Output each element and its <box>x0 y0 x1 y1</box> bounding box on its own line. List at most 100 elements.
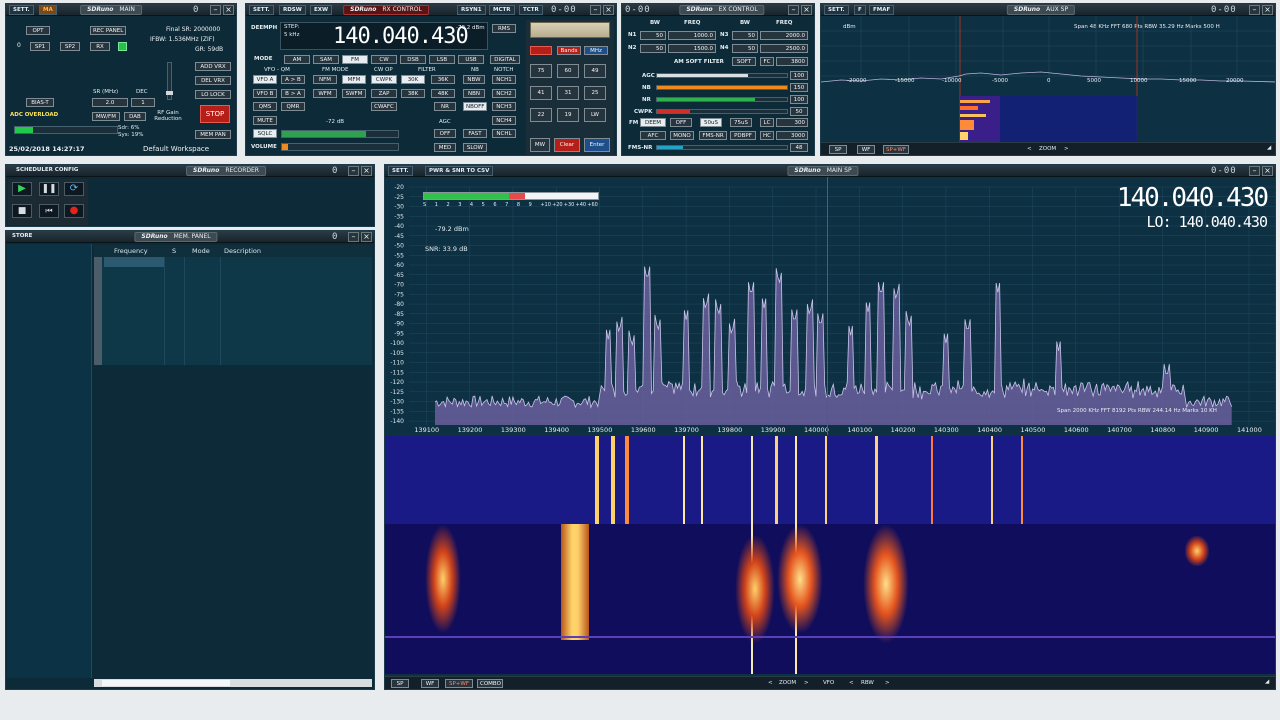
resize-grip-icon[interactable]: ◢ <box>1267 145 1271 151</box>
nch3-button[interactable]: NCH3 <box>492 102 516 111</box>
aux-titlebar[interactable]: SETT. F FMAF SDRuno AUX SP 0-00 – × <box>821 4 1275 16</box>
fc-button[interactable]: FC <box>760 57 774 66</box>
mute-button[interactable]: MUTE <box>253 116 277 125</box>
squelch-slider[interactable] <box>281 130 399 138</box>
zap-button[interactable]: ZAP <box>371 89 397 98</box>
col-description[interactable]: Description <box>224 247 261 255</box>
play-icon[interactable]: ▶ <box>12 182 32 196</box>
mode-digital[interactable]: DIGITAL <box>490 55 520 64</box>
filter-30k[interactable]: 30K <box>401 75 425 84</box>
minimize-icon[interactable]: – <box>348 232 359 242</box>
col-mode[interactable]: Mode <box>192 247 210 255</box>
agc-slider-value[interactable]: 100 <box>790 71 808 80</box>
zoom-right-icon[interactable]: > <box>804 680 809 686</box>
nboff-button[interactable]: NBOFF <box>463 102 487 111</box>
mhz-button[interactable]: MHz <box>584 46 608 55</box>
main-sett-button[interactable]: SETT. <box>9 5 34 15</box>
rf-gain-slider[interactable] <box>166 62 173 100</box>
aux-zoom-right-icon[interactable]: > <box>1064 146 1069 152</box>
aux-sett-button[interactable]: SETT. <box>824 5 849 15</box>
mw-button[interactable]: MW <box>530 138 550 152</box>
lc-value[interactable]: 300 <box>776 118 808 127</box>
aux-wf-button[interactable]: WF <box>857 145 875 154</box>
nr-slider-value[interactable]: 100 <box>790 95 808 104</box>
mode-fm[interactable]: FM <box>342 55 368 64</box>
tctr-tab[interactable]: TCTR <box>519 5 543 15</box>
n1-bw[interactable]: 50 <box>640 31 666 40</box>
stop-button[interactable]: STOP <box>200 105 230 123</box>
vfo-a-button[interactable]: VFO A <box>253 75 277 84</box>
cwpk-slider[interactable] <box>656 109 788 114</box>
deem-button[interactable]: DEEM <box>640 118 666 127</box>
mem-pan-button[interactable]: MEM PAN <box>195 130 231 139</box>
afc-button[interactable]: AFC <box>640 131 666 140</box>
nb-slider-value[interactable]: 150 <box>790 83 808 92</box>
n3-bw[interactable]: 50 <box>732 31 758 40</box>
close-icon[interactable]: × <box>801 5 812 15</box>
opt-button[interactable]: OPT <box>26 26 50 35</box>
vfo-label[interactable]: VFO <box>823 680 834 686</box>
main-sp-sp-button[interactable]: SP <box>391 679 409 688</box>
close-icon[interactable]: × <box>603 5 614 15</box>
close-icon[interactable]: × <box>223 5 234 15</box>
minimize-icon[interactable]: – <box>210 5 221 15</box>
recorder-titlebar[interactable]: SCHEDULER CONFIG SDRuno RECORDER 0 – × <box>6 165 374 177</box>
waterfall[interactable] <box>385 436 1275 674</box>
fms-nr-value[interactable]: 48 <box>790 143 808 152</box>
mw-fm-button[interactable]: MW/FM <box>92 112 120 121</box>
n2-bw[interactable]: 50 <box>640 44 666 53</box>
aux-spwf-button[interactable]: SP+WF <box>883 145 909 154</box>
band-25[interactable]: 25 <box>584 86 606 100</box>
agc-fast-button[interactable]: FAST <box>463 129 487 138</box>
exw-tab[interactable]: EXW <box>310 5 333 15</box>
rewind-icon[interactable]: ⏮ <box>39 204 59 218</box>
band-49[interactable]: 49 <box>584 64 606 78</box>
deem-50us-button[interactable]: 50uS <box>700 118 722 127</box>
band-41[interactable]: 41 <box>530 86 552 100</box>
lc-button[interactable]: LC <box>760 118 774 127</box>
nr-slider[interactable] <box>656 97 788 102</box>
qmr-button[interactable]: QMR <box>281 102 305 111</box>
band-19[interactable]: 19 <box>557 108 579 122</box>
mem-titlebar[interactable]: STORE SDRuno MEM. PANEL 0 – × <box>6 231 374 243</box>
aux-zoom-left-icon[interactable]: < <box>1027 146 1032 152</box>
soft-button[interactable]: SOFT <box>732 57 756 66</box>
minimize-icon[interactable]: – <box>348 166 359 176</box>
mfm-button[interactable]: MFM <box>342 75 366 84</box>
pdbpf-button[interactable]: PDBPF <box>730 131 756 140</box>
main-sp-titlebar[interactable]: SETT. PWR & SNR TO CSV SDRuno MAIN SP 0-0… <box>385 165 1275 177</box>
rbw-right-icon[interactable]: > <box>885 680 890 686</box>
dab-button[interactable]: DAB <box>124 112 146 121</box>
nbn-button[interactable]: NBN <box>463 89 485 98</box>
del-vrx-button[interactable]: DEL VRX <box>195 76 231 85</box>
clear-button[interactable]: Clear <box>554 138 580 152</box>
agc-off-button[interactable]: OFF <box>434 129 456 138</box>
fc-value[interactable]: 3800 <box>776 57 808 66</box>
lo-lock-button[interactable]: LO LOCK <box>195 90 231 99</box>
nr-button[interactable]: NR <box>434 102 456 111</box>
ex-titlebar[interactable]: 0-00 SDRuno EX CONTROL – × <box>622 4 814 16</box>
rx-sett-tab[interactable]: SETT. <box>249 5 274 15</box>
lw-button[interactable]: LW <box>584 108 606 122</box>
aux-f-button[interactable]: F <box>854 5 866 15</box>
nfm-button[interactable]: NFM <box>313 75 337 84</box>
record-icon[interactable]: ● <box>64 204 84 218</box>
swfm-button[interactable]: SWFM <box>342 89 366 98</box>
sqlc-button[interactable]: SQLC <box>253 129 277 138</box>
nbw-button[interactable]: NBW <box>463 75 485 84</box>
frequency-display[interactable]: STEP: 5 kHz 140.040.430 -79.2 dBm <box>280 22 488 50</box>
sp2-button[interactable]: SP2 <box>60 42 80 51</box>
n4-freq[interactable]: 2500.0 <box>760 44 808 53</box>
keypad-red-button[interactable] <box>530 46 552 55</box>
combo-button[interactable]: COMBO <box>477 679 503 688</box>
band-22[interactable]: 22 <box>530 108 552 122</box>
rec-panel-button[interactable]: REC PANEL <box>90 26 126 35</box>
mem-horizontal-scrollbar[interactable] <box>94 679 372 687</box>
a-to-b-button[interactable]: A > B <box>281 75 305 84</box>
fmaf-button[interactable]: FMAF <box>869 5 895 15</box>
deem-75us-button[interactable]: 75uS <box>730 118 752 127</box>
mode-dsb[interactable]: DSB <box>400 55 426 64</box>
store-label[interactable]: STORE <box>12 233 32 239</box>
pwr-snr-csv-button[interactable]: PWR & SNR TO CSV <box>425 166 494 176</box>
b-to-a-button[interactable]: B > A <box>281 89 305 98</box>
